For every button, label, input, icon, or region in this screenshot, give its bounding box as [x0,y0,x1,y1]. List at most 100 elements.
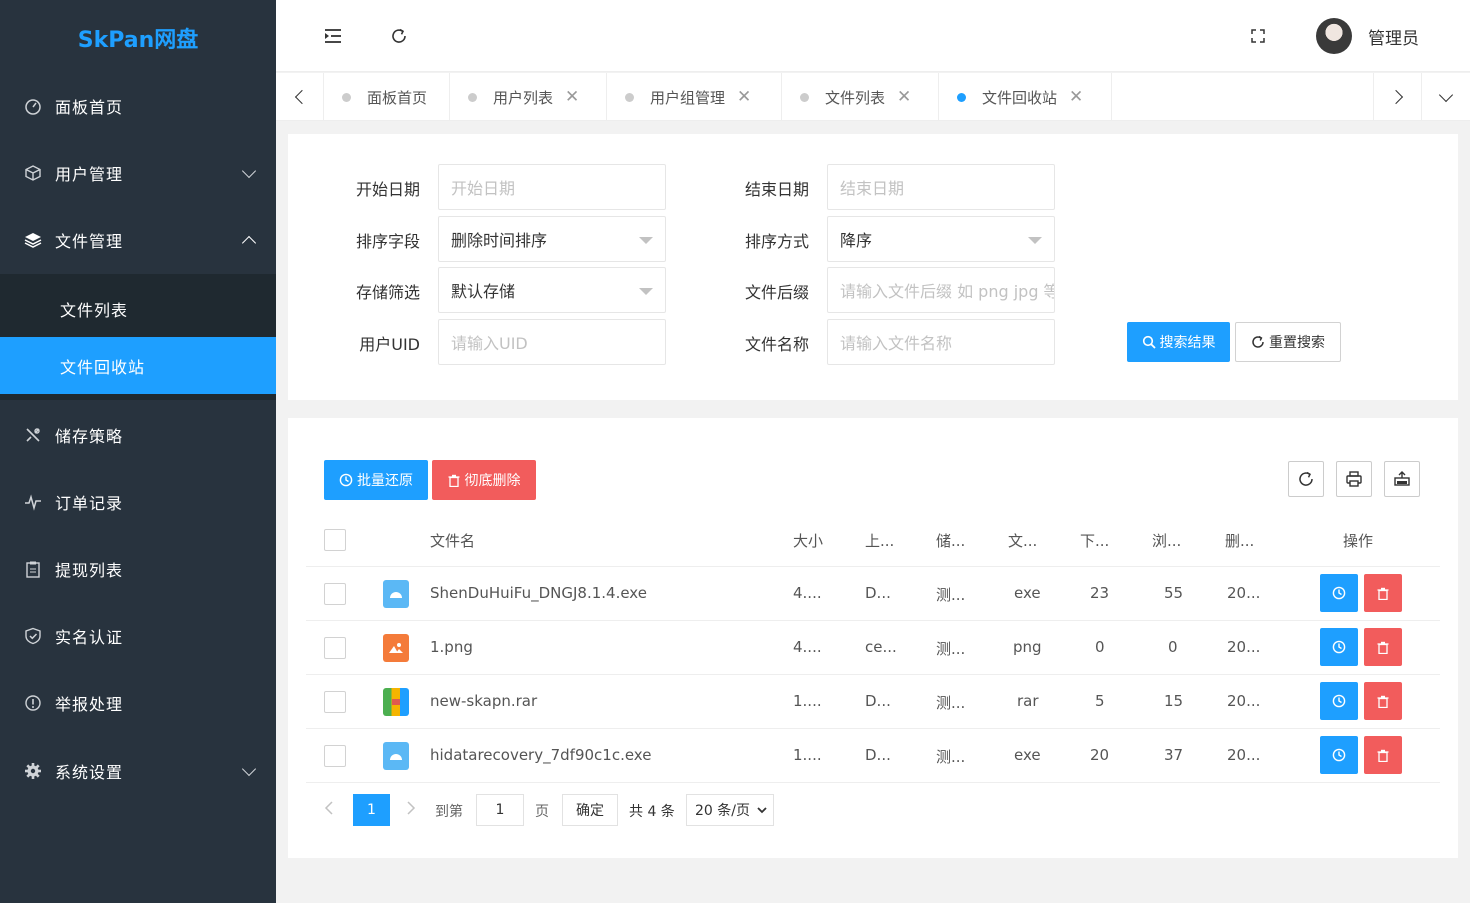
restore-button[interactable] [1320,574,1358,612]
pager-next[interactable] [406,800,416,820]
row-checkbox[interactable] [324,745,346,767]
sidebar-item-file-management[interactable]: 文件管理 [0,206,276,273]
sidebar-item-reports[interactable]: 举报处理 [0,669,276,736]
file-extension: rar [1017,692,1039,710]
close-icon[interactable]: ✕ [737,87,751,107]
row-checkbox[interactable] [324,691,346,713]
fullscreen-icon[interactable] [1246,24,1270,48]
file-size: 1.... [793,692,822,710]
sidebar-subitem-file-list[interactable]: 文件列表 [0,280,276,337]
tab-label: 文件回收站 [982,88,1058,107]
refresh-icon[interactable] [387,24,411,48]
sidebar-subitem-label: 文件回收站 [60,357,146,377]
sidebar-item-user-management[interactable]: 用户管理 [0,139,276,206]
tab-user-group[interactable]: 用户组管理 ✕ [607,73,782,121]
tab-scroll-right[interactable] [1373,73,1421,121]
pager-confirm-button[interactable]: 确定 [562,794,618,826]
file-name[interactable]: ShenDuHuiFu_DNGJ8.1.4.exe [430,584,780,602]
pager-current-page[interactable]: 1 [353,794,390,826]
sort-field-select[interactable]: 删除时间排序 [438,216,666,262]
storage-select[interactable]: 默认存储 [438,267,666,313]
trash-icon [1377,641,1389,654]
file-name[interactable]: 1.png [430,638,780,656]
tab-label: 用户组管理 [650,88,726,107]
sort-order-select[interactable]: 降序 [827,216,1055,262]
restore-button[interactable] [1320,736,1358,774]
sidebar: SkPan网盘 面板首页 用户管理 文件管理 文件列表 文件回收站 储存策略 订… [0,0,276,903]
end-date-input[interactable]: 结束日期 [827,164,1055,210]
clock-icon [1332,694,1346,708]
close-icon[interactable]: ✕ [565,87,579,107]
select-all-checkbox[interactable] [324,529,346,551]
col-filename[interactable]: 文件名 [430,530,475,551]
filename-input[interactable]: 请输入文件名称 [827,319,1055,365]
sidebar-item-orders[interactable]: 订单记录 [0,468,276,535]
col-downloads[interactable]: 下... [1080,530,1120,551]
pulse-icon [24,493,42,511]
col-views[interactable]: 浏... [1152,530,1192,551]
pager-size-select[interactable]: 20 条/页 [686,794,774,826]
tab-recycle-bin[interactable]: 文件回收站 ✕ [939,73,1112,121]
col-size[interactable]: 大小 [793,530,833,551]
trash-icon [1377,749,1389,762]
file-downloads: 5 [1095,692,1105,710]
restore-button[interactable] [1320,682,1358,720]
pager-goto-input[interactable]: 1 [476,794,524,826]
sidebar-subitem-recycle-bin[interactable]: 文件回收站 [0,337,276,394]
delete-button[interactable] [1364,682,1402,720]
avatar[interactable] [1316,18,1352,54]
trash-icon [1377,587,1389,600]
clock-icon [1332,586,1346,600]
sidebar-submenu: 文件列表 文件回收站 [0,274,276,400]
pager-prev[interactable] [324,800,334,821]
sidebar-item-settings[interactable]: 系统设置 [0,737,276,804]
delete-forever-button[interactable]: 彻底删除 [432,460,536,500]
layers-icon [24,231,42,249]
sidebar-item-dashboard[interactable]: 面板首页 [0,72,276,139]
delete-button[interactable] [1364,574,1402,612]
file-uploader: D... [865,692,891,710]
tab-dashboard[interactable]: 面板首页 [324,73,450,121]
tab-user-list[interactable]: 用户列表 ✕ [450,73,607,121]
restore-button[interactable] [1320,628,1358,666]
batch-restore-button[interactable]: 批量还原 [324,460,428,500]
tab-dot [342,92,351,102]
suffix-input[interactable]: 请输入文件后缀 如 png jpg 等 [827,267,1055,313]
start-date-input[interactable]: 开始日期 [438,164,666,210]
tab-scroll-left[interactable] [276,73,324,121]
uid-input[interactable]: 请输入UID [438,319,666,365]
file-name[interactable]: hidatarecovery_7df90c1c.exe [430,746,780,764]
user-name[interactable]: 管理员 [1368,24,1419,49]
delete-button[interactable] [1364,736,1402,774]
col-storage[interactable]: 储... [936,530,976,551]
end-date-label: 结束日期 [744,180,809,199]
table-print-button[interactable] [1336,461,1372,497]
table-refresh-button[interactable] [1288,461,1324,497]
storage-label: 存储筛选 [355,283,420,302]
col-uploader[interactable]: 上... [865,530,905,551]
table-export-button[interactable] [1384,461,1420,497]
pager-goto-label: 到第 [435,804,463,820]
tab-file-list[interactable]: 文件列表 ✕ [782,73,939,121]
reset-button[interactable]: 重置搜索 [1235,322,1341,362]
tab-dot [957,92,966,102]
sidebar-item-withdraw[interactable]: 提现列表 [0,535,276,602]
row-checkbox[interactable] [324,583,346,605]
row-checkbox[interactable] [324,637,346,659]
sidebar-item-real-name[interactable]: 实名认证 [0,602,276,669]
uid-label: 用户UID [359,335,420,354]
menu-collapse-icon[interactable] [321,24,345,48]
tools-icon [24,426,42,444]
sidebar-item-storage-policy[interactable]: 储存策略 [0,401,276,468]
search-button[interactable]: 搜索结果 [1127,322,1230,362]
delete-button[interactable] [1364,628,1402,666]
caret-down-icon [639,237,653,244]
close-icon[interactable]: ✕ [1069,87,1083,107]
file-name[interactable]: new-skapn.rar [430,692,780,710]
tab-dropdown[interactable] [1421,73,1470,121]
print-icon [1346,471,1362,487]
close-icon[interactable]: ✕ [897,87,911,107]
col-deleted-time[interactable]: 删... [1225,530,1265,551]
col-extension[interactable]: 文... [1008,530,1048,551]
chevron-left-icon [324,801,333,815]
